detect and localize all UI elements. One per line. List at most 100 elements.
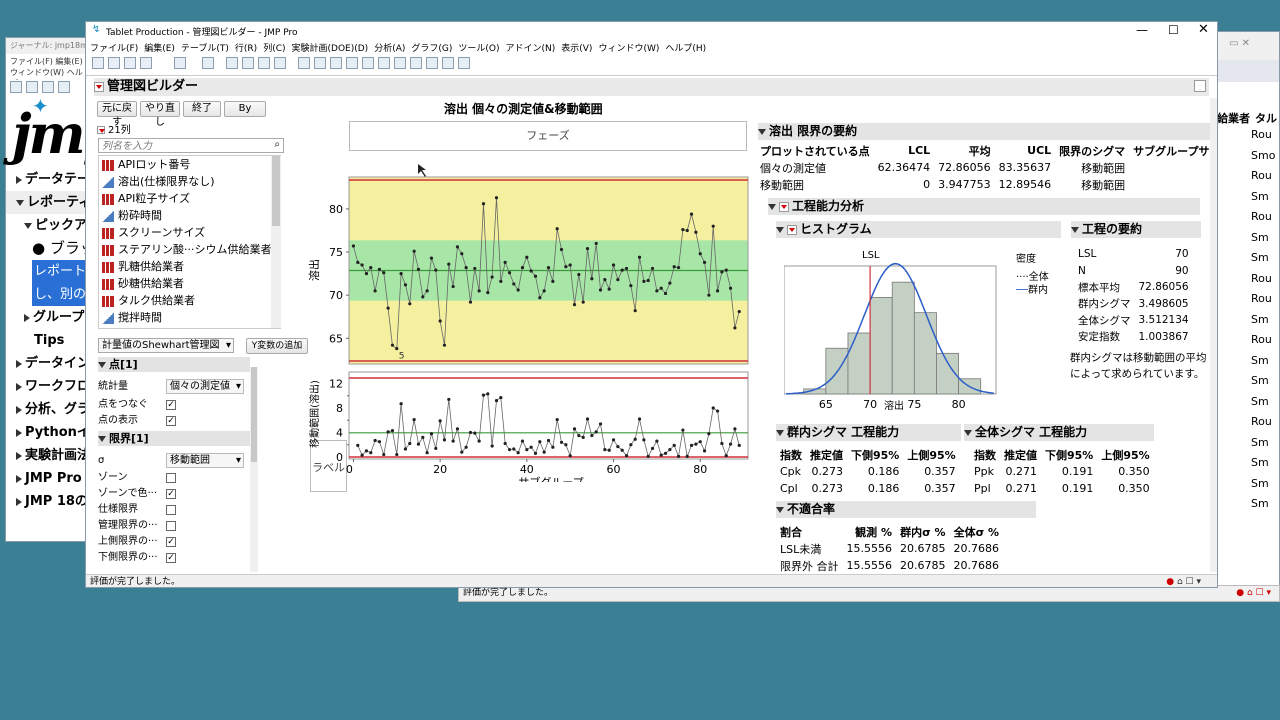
dt-cell[interactable]: Rou (1251, 269, 1280, 290)
chart-type-select[interactable]: 計量値のShewhart管理図 ▾ (98, 338, 234, 353)
table-icon[interactable] (242, 57, 254, 69)
column-item[interactable]: タルク供給業者 (99, 292, 280, 309)
dt-cell[interactable]: Sm (1251, 494, 1280, 515)
column-item[interactable]: ステアリン酸···シウム供給業者 (99, 241, 280, 258)
dt-cell[interactable]: Rou (1251, 412, 1280, 433)
close-icon[interactable]: ✕ (1198, 22, 1209, 37)
journal-menu-edit[interactable]: 編集(E) (55, 57, 82, 66)
minimize-icon[interactable]: — (1136, 23, 1148, 37)
pin-icon[interactable] (1194, 80, 1206, 92)
journal-item-jmp18[interactable]: JMP 18の (6, 490, 91, 513)
journal-item-python[interactable]: Pythonイン (6, 421, 91, 444)
menu-analyze[interactable]: 分析(A) (374, 44, 405, 54)
menu-addin[interactable]: アドイン(N) (505, 44, 555, 54)
column-item[interactable]: API粒子サイズ (99, 190, 280, 207)
column-list-scrollbar[interactable] (271, 156, 281, 328)
limits-section[interactable]: 限界[1] (98, 431, 250, 446)
journal-item-doe[interactable]: 実験計画法 (6, 444, 91, 467)
redo-button[interactable]: やり直し (140, 101, 180, 128)
by-button[interactable]: By (224, 101, 266, 117)
cut-icon[interactable] (202, 57, 214, 69)
save-icon[interactable] (42, 81, 54, 93)
dt-cell[interactable]: Rou (1251, 289, 1280, 310)
dt-col-supplier[interactable]: 給業者 (1217, 110, 1250, 126)
control-chart[interactable]: 5 65 70 75 80 0 4 8 12 0 20 40 60 80 サブグループ 溶出移動範囲(溶出) (306, 152, 756, 482)
dt-cell[interactable]: Sm (1251, 371, 1280, 392)
connect-checkbox[interactable]: ✓ (166, 400, 176, 410)
show-points-checkbox[interactable]: ✓ (166, 416, 176, 426)
stat-select[interactable]: 個々の測定値 ▾ (166, 379, 244, 394)
journal-item-reporting[interactable]: レポーティン (6, 191, 91, 214)
column-item[interactable]: スクリーンサイズ (99, 224, 280, 241)
columns-menu-icon[interactable] (97, 126, 105, 134)
column-item[interactable]: APIロット番号 (99, 156, 280, 173)
limit-option-checkbox[interactable] (166, 473, 176, 483)
phase-dropzone[interactable]: フェーズ (349, 121, 747, 151)
add-y-button[interactable]: Y変数の追加 (246, 338, 308, 354)
limit-option-checkbox[interactable] (166, 505, 176, 515)
menu-doe[interactable]: 実験計画(DOE)(D) (292, 44, 369, 54)
menu-help[interactable]: ヘルプ(H) (665, 44, 706, 54)
dt-cell[interactable]: Rou (1251, 125, 1280, 146)
dt-cell[interactable]: Sm (1251, 474, 1280, 495)
search-icon[interactable]: ⌕ (274, 139, 280, 150)
journal-item-group[interactable]: グループ (6, 306, 91, 329)
print-icon[interactable] (174, 57, 186, 69)
limit-option-checkbox[interactable]: ✓ (166, 537, 176, 547)
lasso-icon[interactable] (362, 57, 374, 69)
journal-item-data-table[interactable]: データテーブ (6, 168, 91, 191)
options-scrollbar[interactable] (250, 367, 258, 572)
grid-icon[interactable] (258, 57, 270, 69)
journal-item-data-in[interactable]: データイン (6, 352, 91, 375)
limit-option-checkbox[interactable]: ✓ (166, 489, 176, 499)
search-input[interactable] (99, 140, 259, 153)
menu-rows[interactable]: 行(R) (235, 44, 257, 54)
dt-cell[interactable]: Rou (1251, 166, 1280, 187)
journal-item-pickup[interactable]: ピックアッ (6, 214, 91, 237)
new-table-icon[interactable] (92, 57, 104, 69)
journal-menu-file[interactable]: ファイル(F) (10, 57, 53, 66)
column-item[interactable]: 撹拌時間 (99, 309, 280, 326)
save-icon[interactable] (140, 57, 152, 69)
dt-cell[interactable]: Sm (1251, 248, 1280, 269)
dt-cell[interactable]: Sm (1251, 433, 1280, 454)
menu-cols[interactable]: 列(C) (263, 44, 285, 54)
maximize-icon[interactable]: ☐ (1168, 23, 1179, 37)
histogram-menu-icon[interactable] (787, 224, 797, 235)
dt-cell[interactable]: Rou (1251, 207, 1280, 228)
plus-icon[interactable] (394, 57, 406, 69)
menu-file[interactable]: ファイル(F) (90, 44, 138, 54)
dt-cell[interactable]: Sm (1251, 351, 1280, 372)
menu-view[interactable]: 表示(V) (561, 44, 592, 54)
menu-window[interactable]: ウィンドウ(W) (598, 44, 659, 54)
menu-edit[interactable]: 編集(E) (144, 44, 175, 54)
brush-icon[interactable] (346, 57, 358, 69)
capability-menu-icon[interactable] (779, 201, 789, 212)
open-icon[interactable] (124, 57, 136, 69)
list-icon[interactable] (274, 57, 286, 69)
menu-table[interactable]: テーブル(T) (181, 44, 229, 54)
dt-cell[interactable]: Rou (1251, 330, 1280, 351)
dt-cell[interactable]: Sm (1251, 228, 1280, 249)
dt-cell[interactable]: Sm (1251, 453, 1280, 474)
report-scrollbar[interactable] (1210, 98, 1217, 572)
annotate-icon[interactable] (426, 57, 438, 69)
hand-icon[interactable] (330, 57, 342, 69)
dt-cell[interactable]: Sm (1251, 392, 1280, 413)
crosshair-icon[interactable] (314, 57, 326, 69)
table-icon[interactable] (58, 81, 70, 93)
journal-menu-window[interactable]: ウィンドウ(W) (10, 68, 64, 77)
column-item[interactable]: 乳糖供給業者 (99, 258, 280, 275)
line-icon[interactable] (410, 57, 422, 69)
dt-cell[interactable]: Smo (1251, 146, 1280, 167)
points-section[interactable]: 点[1] (98, 357, 250, 372)
builder-menu-icon[interactable] (94, 82, 104, 92)
dt-cell[interactable]: Sm (1251, 310, 1280, 331)
undo-button[interactable]: 元に戻す (97, 101, 137, 128)
rect-icon[interactable] (442, 57, 454, 69)
column-item[interactable]: 砂糖供給業者 (99, 275, 280, 292)
limit-option-checkbox[interactable]: ✓ (166, 553, 176, 563)
limit-option-checkbox[interactable] (166, 521, 176, 531)
column-search[interactable]: ⌕ (98, 138, 284, 153)
journal-item-analysis[interactable]: 分析、グラフ (6, 398, 91, 421)
